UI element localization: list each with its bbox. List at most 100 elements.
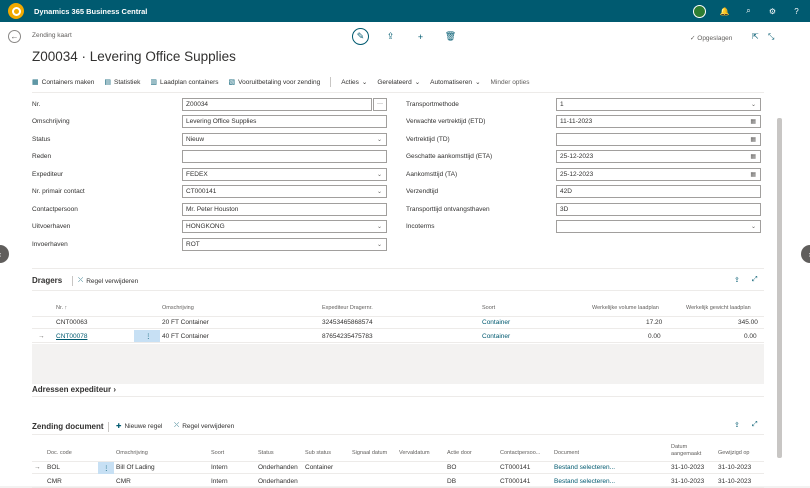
- help-icon[interactable]: ?: [791, 6, 802, 17]
- delete-icon[interactable]: 🗑: [442, 28, 459, 45]
- expand-icon[interactable]: ⤢: [752, 276, 758, 284]
- minder-opties-button[interactable]: Minder opties: [491, 79, 530, 86]
- cell-doc-code[interactable]: BOL: [47, 464, 60, 471]
- col-header-sub-status[interactable]: Sub status: [305, 450, 331, 456]
- verzendtijd-input[interactable]: 42D: [556, 184, 761, 198]
- gerelateerd-menu[interactable]: Gerelateerd ⌄: [377, 78, 420, 87]
- nr-input[interactable]: Z00034: [182, 97, 372, 111]
- dragers-remove-button[interactable]: ⤬ Regel verwijderen: [78, 277, 138, 285]
- calendar-icon[interactable]: ▦: [750, 171, 756, 178]
- adressen-expediteur-header[interactable]: Adressen expediteur ›: [32, 385, 116, 394]
- chevron-down-icon: ⌄: [750, 223, 756, 230]
- contactpersoon-input[interactable]: Mr. Peter Houston: [182, 202, 387, 216]
- cell-nr[interactable]: CNT00078: [56, 333, 87, 340]
- table-row-selected[interactable]: → CNT00078 ⋮ 40 FT Container 87654235475…: [32, 330, 764, 343]
- divider: [108, 422, 109, 432]
- omschrijving-input[interactable]: Levering Office Supplies: [182, 114, 387, 128]
- eta-date-input[interactable]: 25-12-2023 ▦: [556, 149, 761, 163]
- invoerhaven-select[interactable]: ROT ⌄: [182, 237, 387, 251]
- share-icon[interactable]: ⇪: [382, 28, 399, 45]
- laadplan-button[interactable]: ▥ Laadplan containers: [150, 78, 218, 87]
- ta-date-input[interactable]: 25-12-2023 ▦: [556, 167, 761, 181]
- calendar-icon[interactable]: ▦: [750, 153, 756, 160]
- table-row-selected[interactable]: → BOL ⋮ Bill Of Lading Intern Onderhande…: [32, 461, 764, 474]
- transportmethode-select[interactable]: 1 ⌄: [556, 97, 761, 111]
- chevron-down-icon: ⌄: [376, 171, 382, 178]
- copilot-icon[interactable]: [693, 4, 706, 18]
- select-file-link[interactable]: Bestand selecteren...: [554, 464, 615, 471]
- back-button[interactable]: ←: [8, 30, 21, 43]
- cell-doc-code[interactable]: CMR: [47, 478, 62, 485]
- col-header-dragernr[interactable]: Expediteur Dragernr.: [322, 305, 373, 311]
- etd-date-input[interactable]: 11-11-2023 ▦: [556, 114, 761, 128]
- cell-nr[interactable]: CNT00063: [56, 319, 87, 326]
- divider: [32, 396, 764, 397]
- edit-icon[interactable]: ✎: [352, 28, 369, 45]
- col-header-contactpersoon[interactable]: Contactpersoo...: [500, 450, 540, 456]
- remove-row-icon: ⤬: [78, 277, 84, 284]
- col-header-gewijzigd-op[interactable]: Gewijzigd op: [718, 450, 750, 456]
- lookup-button[interactable]: ···: [373, 97, 387, 111]
- bell-icon[interactable]: 🔔: [719, 6, 730, 17]
- containers-maken-button[interactable]: ▦ Containers maken: [32, 78, 94, 87]
- uitvoerhaven-select[interactable]: HONGKONG ⌄: [182, 219, 387, 233]
- col-header-volume[interactable]: Werkelijke volume laadplan: [592, 305, 659, 311]
- calendar-icon[interactable]: ▦: [750, 118, 756, 125]
- transporttijd-input[interactable]: 3D: [556, 202, 761, 216]
- col-header-soort[interactable]: Soort: [211, 450, 224, 456]
- field-label: Invoerhaven: [32, 240, 68, 248]
- calendar-icon[interactable]: ▦: [750, 136, 756, 143]
- open-new-window-icon[interactable]: ⇱: [752, 32, 759, 41]
- incoterms-select[interactable]: ⌄: [556, 219, 761, 233]
- col-header-document[interactable]: Document: [554, 450, 579, 456]
- cell-soort[interactable]: Container: [482, 333, 510, 340]
- field-incoterms: Incoterms ⌄: [406, 219, 761, 233]
- col-header-signaal-datum[interactable]: Signaal datum: [352, 450, 387, 456]
- nieuwe-regel-button[interactable]: ✚ Nieuwe regel: [116, 422, 162, 431]
- col-header-doc-code[interactable]: Doc. code: [47, 450, 72, 456]
- app-logo-icon[interactable]: [8, 3, 24, 19]
- col-header-omschrijving[interactable]: Omschrijving: [116, 450, 148, 456]
- col-header-vervaldatum[interactable]: Vervaldatum: [399, 450, 430, 456]
- select-file-link[interactable]: Bestand selecteren...: [554, 478, 615, 485]
- chevron-down-icon: ⌄: [376, 223, 382, 230]
- vooruitbetaling-button[interactable]: ▧ Vooruitbetaling voor zending: [229, 78, 321, 87]
- share-icon[interactable]: ⇪: [734, 276, 740, 284]
- vertical-scrollbar[interactable]: [777, 118, 782, 458]
- share-icon[interactable]: ⇪: [734, 421, 740, 429]
- col-header-omschrijving[interactable]: Omschrijving: [162, 305, 194, 311]
- cell-dragernr: 87654235475783: [322, 332, 373, 340]
- field-label: Vertrektijd (TD): [406, 135, 450, 143]
- row-menu-icon[interactable]: ⋮: [103, 464, 110, 472]
- zd-remove-button[interactable]: ⤬ Regel verwijderen: [174, 422, 234, 430]
- new-icon[interactable]: +: [412, 28, 429, 45]
- statistics-icon: ▤: [104, 79, 111, 86]
- expediteur-select[interactable]: FEDEX ⌄: [182, 167, 387, 181]
- cell-soort[interactable]: Container: [482, 319, 510, 326]
- table-row[interactable]: CNT00063 20 FT Container 32453465868574 …: [32, 316, 764, 329]
- table-row[interactable]: CMR CMR Intern Onderhanden DB CT000141 B…: [32, 475, 764, 488]
- automatiseren-menu[interactable]: Automatiseren ⌄: [430, 78, 480, 87]
- row-menu-icon[interactable]: ⋮: [145, 332, 152, 340]
- reden-input[interactable]: [182, 149, 387, 163]
- col-header-status[interactable]: Status: [258, 450, 274, 456]
- chevron-right-icon: ›: [113, 385, 117, 394]
- primair-contact-select[interactable]: CT000141 ⌄: [182, 184, 387, 198]
- col-header-datum-aangemaakt[interactable]: Datum aangemaakt: [671, 444, 705, 458]
- collapse-icon[interactable]: ⤡: [768, 32, 774, 42]
- col-header-nr[interactable]: Nr. ↑: [56, 305, 67, 311]
- field-transporttijd: Transporttijd ontvangsthaven 3D: [406, 202, 761, 216]
- cell-status: Onderhanden: [258, 477, 298, 485]
- gear-icon[interactable]: ⚙: [767, 6, 778, 17]
- col-header-actie-door[interactable]: Actie door: [447, 450, 472, 456]
- status-select[interactable]: Nieuw ⌄: [182, 132, 387, 146]
- field-label: Geschatte aankomsttijd (ETA): [406, 152, 493, 160]
- statistiek-button[interactable]: ▤ Statistiek: [104, 78, 140, 87]
- col-header-soort[interactable]: Soort: [482, 305, 495, 311]
- search-icon[interactable]: ⌕: [743, 6, 754, 17]
- col-header-gewicht[interactable]: Werkelijk gewicht laadplan: [686, 305, 751, 311]
- expand-icon[interactable]: ⤢: [752, 421, 758, 429]
- td-date-input[interactable]: ▦: [556, 132, 761, 146]
- field-label: Nr.: [32, 100, 41, 108]
- acties-menu[interactable]: Acties ⌄: [341, 78, 367, 87]
